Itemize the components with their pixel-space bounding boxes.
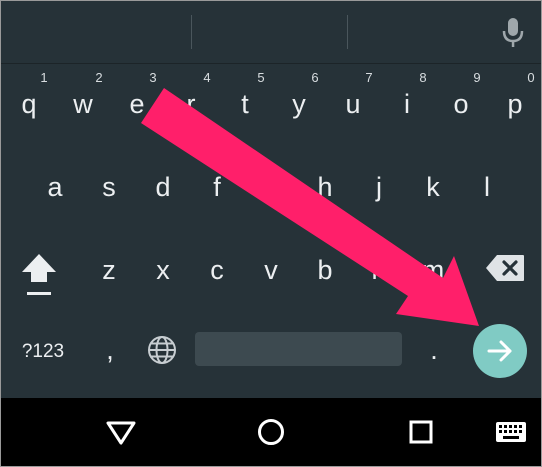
screen-frame: 1 2 3 4 5 6 7 8 9 0 q w e r t y u i o p …: [0, 0, 542, 467]
keyboard-icon: [496, 422, 526, 442]
nav-home-icon: [258, 419, 284, 445]
navigation-bar: [1, 398, 541, 466]
nav-back-icon: [106, 421, 136, 445]
keyboard-switch-button[interactable]: [483, 398, 539, 466]
annotation-arrow: [141, 88, 479, 326]
nav-recents-button[interactable]: [391, 398, 451, 466]
nav-back-button[interactable]: [91, 398, 151, 466]
nav-recents-icon: [409, 420, 433, 444]
nav-home-button[interactable]: [241, 398, 301, 466]
